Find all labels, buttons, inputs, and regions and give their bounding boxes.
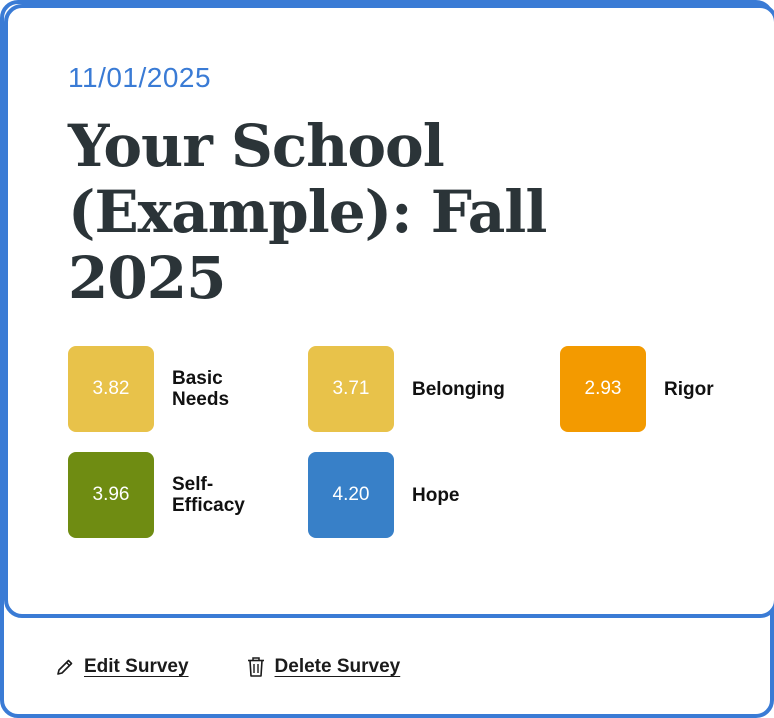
metric-label: Belonging <box>412 378 505 400</box>
metric-label: Rigor <box>664 378 714 400</box>
metric-self-efficacy: 3.96 Self-Efficacy <box>68 452 252 538</box>
trash-icon <box>245 656 267 678</box>
metric-score-badge: 4.20 <box>308 452 394 538</box>
metric-score-badge: 3.96 <box>68 452 154 538</box>
metric-rigor: 2.93 Rigor <box>560 346 714 432</box>
metric-label: Basic Needs <box>172 368 230 410</box>
metric-basic-needs: 3.82 Basic Needs <box>68 346 252 432</box>
survey-date: 11/01/2025 <box>68 62 212 93</box>
delete-survey-button[interactable]: Delete Survey <box>245 656 401 678</box>
delete-survey-label: Delete Survey <box>274 656 401 677</box>
survey-summary-card[interactable]: 11/01/2025 Your School (Example): Fall 2… <box>4 4 774 618</box>
metric-belonging: 3.71 Belonging <box>308 346 505 432</box>
metric-label: Self-Efficacy <box>172 474 245 516</box>
edit-survey-label: Edit Survey <box>84 656 189 677</box>
metric-score-badge: 2.93 <box>560 346 646 432</box>
metric-label: Hope <box>412 484 460 506</box>
metric-hope: 4.20 Hope <box>308 452 460 538</box>
edit-survey-button[interactable]: Edit Survey <box>54 656 189 678</box>
metric-score-badge: 3.82 <box>68 346 154 432</box>
survey-actions: Edit Survey Delete Survey <box>54 656 400 678</box>
metric-score-badge: 3.71 <box>308 346 394 432</box>
survey-title: Your School (Example): Fall 2025 <box>68 112 547 312</box>
pencil-icon <box>54 656 76 678</box>
survey-card-container: 11/01/2025 Your School (Example): Fall 2… <box>0 0 774 718</box>
